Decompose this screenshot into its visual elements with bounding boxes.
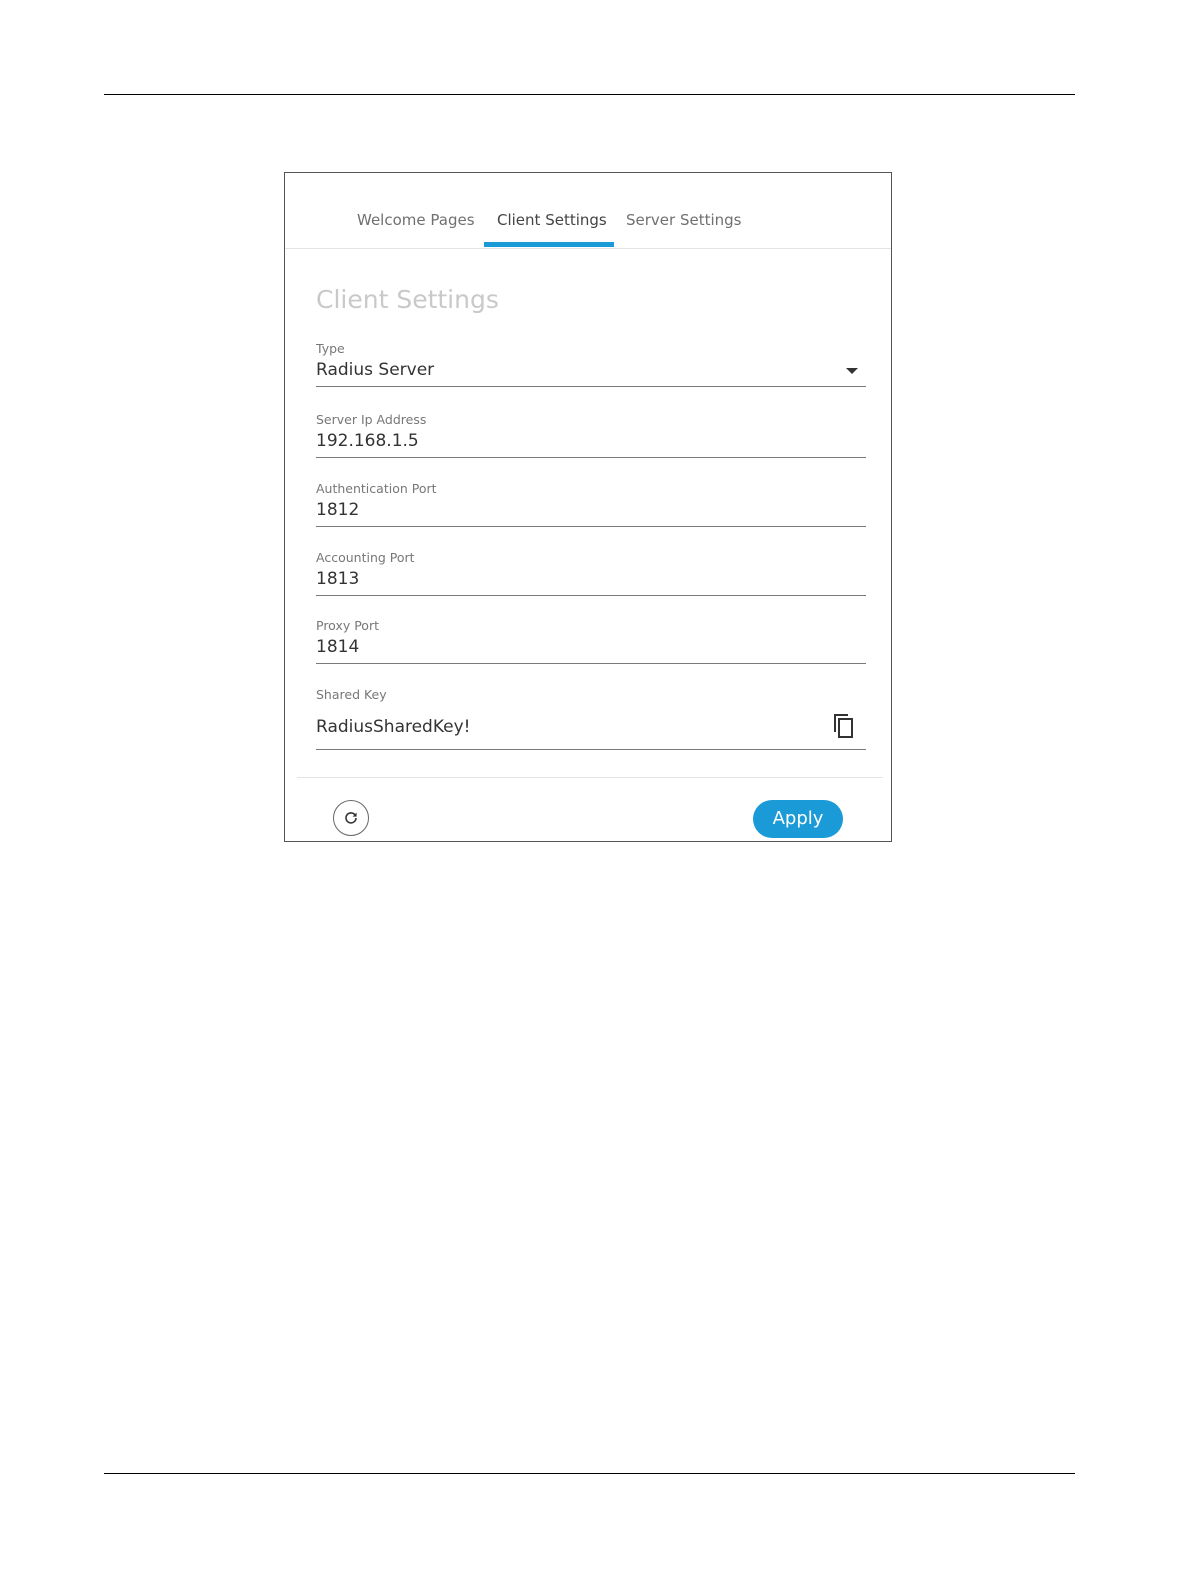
accounting-port-input[interactable]: 1813	[316, 569, 359, 589]
proxy-port-field[interactable]: Proxy Port 1814	[316, 618, 866, 664]
shared-key-input[interactable]: RadiusSharedKey!	[316, 717, 471, 737]
tab-server-settings[interactable]: Server Settings	[626, 211, 741, 229]
type-label: Type	[316, 341, 345, 356]
settings-panel: Welcome Pages Client Settings Server Set…	[284, 172, 892, 842]
authentication-port-input[interactable]: 1812	[316, 500, 359, 520]
copy-icon[interactable]	[832, 713, 856, 739]
page-top-rule	[104, 94, 1075, 95]
shared-key-label: Shared Key	[316, 687, 387, 702]
server-ip-field[interactable]: Server Ip Address 192.168.1.5	[316, 412, 866, 458]
accounting-port-field[interactable]: Accounting Port 1813	[316, 550, 866, 596]
type-select[interactable]: Type Radius Server	[316, 341, 866, 387]
tab-bar: Welcome Pages Client Settings Server Set…	[285, 173, 891, 249]
section-title: Client Settings	[316, 285, 499, 314]
tab-client-settings[interactable]: Client Settings	[497, 211, 607, 229]
active-tab-indicator	[484, 242, 614, 247]
shared-key-field[interactable]: Shared Key RadiusSharedKey!	[316, 687, 866, 750]
page-bottom-rule	[104, 1473, 1075, 1474]
tab-welcome-pages[interactable]: Welcome Pages	[357, 211, 475, 229]
authentication-port-label: Authentication Port	[316, 481, 437, 496]
type-value[interactable]: Radius Server	[316, 360, 434, 380]
accounting-port-label: Accounting Port	[316, 550, 415, 565]
refresh-icon	[345, 812, 357, 824]
chevron-down-icon[interactable]	[846, 368, 858, 374]
footer-divider	[297, 777, 883, 778]
server-ip-label: Server Ip Address	[316, 412, 427, 427]
proxy-port-input[interactable]: 1814	[316, 637, 359, 657]
reset-button[interactable]	[333, 800, 369, 836]
authentication-port-field[interactable]: Authentication Port 1812	[316, 481, 866, 527]
proxy-port-label: Proxy Port	[316, 618, 379, 633]
server-ip-input[interactable]: 192.168.1.5	[316, 431, 419, 451]
apply-button[interactable]: Apply	[753, 800, 843, 838]
